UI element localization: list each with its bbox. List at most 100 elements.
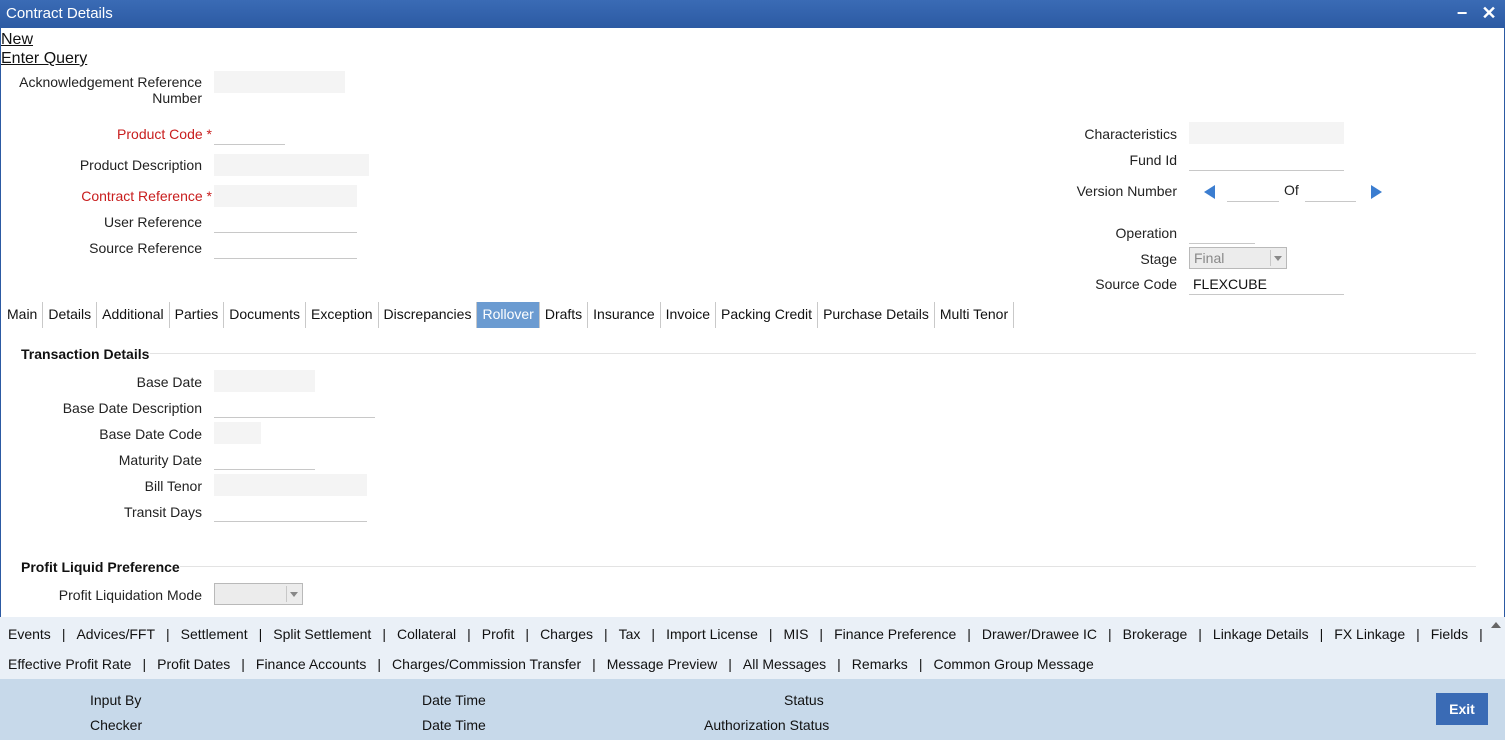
transaction-details-title: Transaction Details [21, 346, 150, 362]
link-charges-commission-transfer[interactable]: Charges/Commission Transfer [392, 656, 581, 672]
tab-details[interactable]: Details [43, 302, 98, 328]
contract-reference-input[interactable] [214, 185, 357, 207]
tab-rollover[interactable]: Rollover [477, 302, 540, 328]
tab-bar: Main Details Additional Parties Documents Exc… [2, 302, 1015, 328]
link-effective-profit-rate[interactable]: Effective Profit Rate [8, 656, 131, 672]
next-version-icon[interactable] [1371, 185, 1382, 199]
tab-documents[interactable]: Documents [224, 302, 307, 328]
operation-input[interactable] [1189, 222, 1255, 244]
stage-label: Stage [1140, 251, 1177, 267]
exit-button[interactable]: Exit [1436, 693, 1488, 725]
version-current-input[interactable] [1227, 180, 1279, 202]
tab-parties[interactable]: Parties [170, 302, 225, 328]
link-separator: | [728, 656, 732, 672]
audit-status-bar: Input By Checker Date Time Date Time Sta… [0, 679, 1505, 740]
link-finance-preference[interactable]: Finance Preference [834, 626, 956, 642]
link-separator: | [382, 626, 386, 642]
link-separator: | [651, 626, 656, 642]
ack-ref-input[interactable] [214, 71, 345, 93]
source-code-label: Source Code [1095, 276, 1177, 292]
tab-packing-credit[interactable]: Packing Credit [716, 302, 819, 328]
sub-screen-links-row1: Events | Advices/FFT | Settlement | Split Sett… [8, 626, 1494, 642]
contract-reference-label: Contract Reference * [81, 188, 212, 204]
source-reference-input[interactable] [214, 237, 357, 259]
link-charges[interactable]: Charges [540, 626, 593, 642]
link-mis[interactable]: MIS [784, 626, 809, 642]
base-date-input[interactable] [214, 370, 315, 392]
link-fx-linkage[interactable]: FX Linkage [1334, 626, 1405, 642]
bill-tenor-input[interactable] [214, 474, 367, 496]
minimize-icon[interactable]: − [1452, 3, 1472, 23]
link-drawer-drawee-ic[interactable]: Drawer/Drawee IC [982, 626, 1097, 642]
tab-drafts[interactable]: Drafts [540, 302, 589, 328]
link-collateral[interactable]: Collateral [397, 626, 456, 642]
tab-discrepancies[interactable]: Discrepancies [379, 302, 478, 328]
scroll-up-icon[interactable] [1491, 622, 1501, 628]
product-description-input[interactable] [214, 154, 369, 176]
tab-main[interactable]: Main [2, 302, 44, 328]
link-profit[interactable]: Profit [482, 626, 515, 642]
fund-id-input[interactable] [1189, 149, 1344, 171]
link-advices-fft[interactable]: Advices/FFT [76, 626, 155, 642]
version-of-label: Of [1284, 182, 1299, 198]
characteristics-label: Characteristics [1084, 126, 1177, 142]
link-split-settlement[interactable]: Split Settlement [273, 626, 371, 642]
profit-liquidation-mode-select[interactable] [214, 583, 303, 605]
base-date-label: Base Date [136, 374, 202, 390]
product-code-input[interactable] [214, 123, 285, 145]
version-total-input[interactable] [1305, 180, 1356, 202]
transit-days-input[interactable] [214, 500, 367, 522]
link-fields[interactable]: Fields [1431, 626, 1468, 642]
close-icon[interactable]: ✕ [1479, 3, 1499, 23]
link-linkage-details[interactable]: Linkage Details [1213, 626, 1309, 642]
operation-label: Operation [1115, 225, 1177, 241]
link-finance-accounts[interactable]: Finance Accounts [256, 656, 367, 672]
product-description-label: Product Description [79, 157, 202, 173]
tab-insurance[interactable]: Insurance [588, 302, 661, 328]
sub-screen-links: Events | Advices/FFT | Settlement | Split Sett… [0, 617, 1505, 679]
link-separator: | [768, 626, 773, 642]
tab-invoice[interactable]: Invoice [661, 302, 717, 328]
link-import-license[interactable]: Import License [666, 626, 758, 642]
link-separator: | [377, 656, 382, 672]
link-events[interactable]: Events [8, 626, 51, 642]
version-number-label: Version Number [1076, 183, 1177, 199]
tab-multi-tenor[interactable]: Multi Tenor [935, 302, 1015, 328]
link-message-preview[interactable]: Message Preview [607, 656, 718, 672]
enter-query-link[interactable]: Enter Query [1, 50, 87, 68]
tab-exception[interactable]: Exception [306, 302, 379, 328]
link-remarks[interactable]: Remarks [852, 656, 908, 672]
input-date-time-label: Date Time [422, 692, 486, 708]
fund-id-label: Fund Id [1129, 152, 1177, 168]
profit-liquidation-mode-label: Profit Liquidation Mode [58, 587, 202, 603]
link-separator: | [1108, 626, 1112, 642]
tab-additional[interactable]: Additional [97, 302, 170, 328]
source-code-input[interactable] [1189, 273, 1344, 295]
characteristics-input[interactable] [1189, 122, 1344, 144]
link-all-messages[interactable]: All Messages [743, 656, 826, 672]
link-separator: | [1319, 626, 1324, 642]
link-tax[interactable]: Tax [619, 626, 641, 642]
link-settlement[interactable]: Settlement [181, 626, 248, 642]
tab-purchase-details[interactable]: Purchase Details [818, 302, 935, 328]
link-separator: | [918, 656, 923, 672]
new-link[interactable]: New [1, 31, 33, 49]
link-profit-dates[interactable]: Profit Dates [157, 656, 230, 672]
link-separator: | [1479, 626, 1483, 642]
link-separator: | [258, 626, 263, 642]
maturity-date-input[interactable] [214, 448, 315, 470]
link-separator: | [967, 626, 971, 642]
checker-label: Checker [90, 717, 143, 733]
link-common-group-message[interactable]: Common Group Message [933, 656, 1093, 672]
window-title: Contract Details [6, 5, 113, 22]
link-separator: | [837, 656, 841, 672]
base-date-description-label: Base Date Description [62, 400, 202, 416]
link-brokerage[interactable]: Brokerage [1123, 626, 1188, 642]
stage-select[interactable]: Final [1189, 247, 1287, 269]
previous-version-icon[interactable] [1204, 185, 1215, 199]
sub-screen-links-row2: Effective Profit Rate | Profit Dates | Finan… [8, 656, 1094, 672]
base-date-code-label: Base Date Code [99, 426, 202, 442]
base-date-code-input[interactable] [214, 422, 261, 444]
user-reference-input[interactable] [214, 211, 357, 233]
base-date-description-input[interactable] [214, 396, 375, 418]
